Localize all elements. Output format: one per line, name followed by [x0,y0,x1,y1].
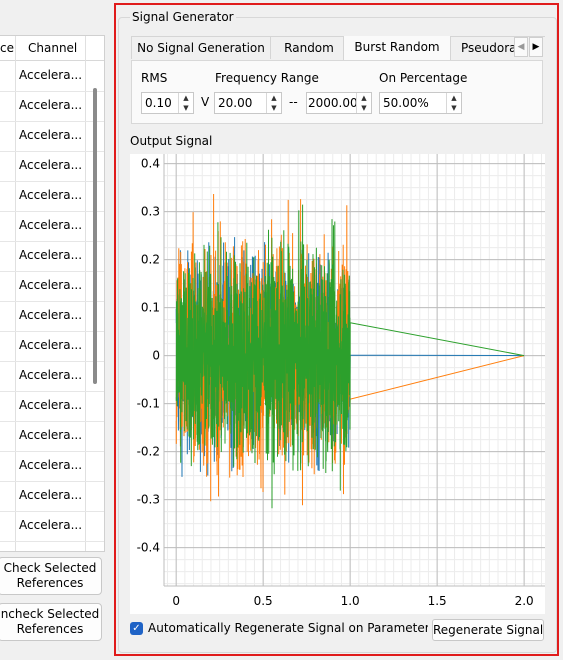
tab-scroll-right-icon[interactable]: ▶ [529,37,543,57]
channel-cell: Accelera... [19,218,83,232]
channel-cell: Accelera... [19,488,83,502]
table-scrollbar[interactable] [93,88,97,384]
channel-cell: Accelera... [19,428,83,442]
y-tick-label: 0.1 [141,301,160,315]
channel-cell: Accelera... [19,338,83,352]
frequency-high-value: 2000.00 [308,96,358,110]
frequency-range-label: Frequency Range [215,71,319,85]
auto-regenerate-label: Automatically Regenerate Signal on Param… [148,621,428,635]
tab-scroll-left-icon[interactable]: ◀ [514,37,528,57]
table-row[interactable]: Accelera... [0,121,104,152]
x-tick-label: 0 [172,594,180,608]
group-title: Signal Generator [130,10,236,24]
table-row[interactable]: Accelera... [0,511,104,542]
button-label: Check Selected [3,561,97,575]
channel-table[interactable]: ce Channel Accelera... Accelera... Acceler… [0,35,105,552]
spin-up-icon[interactable]: ▲ [357,93,371,103]
channel-cell: Accelera... [19,128,83,142]
channel-cell: Accelera... [19,68,83,82]
spin-down-icon[interactable]: ▼ [179,103,193,113]
spin-up-icon[interactable]: ▲ [267,93,281,103]
frequency-low-value: 20.00 [218,96,253,110]
frequency-high-spinbox[interactable]: 2000.00 ▲ ▼ [306,92,372,114]
table-row[interactable]: Accelera... [0,391,104,422]
channel-cell: Accelera... [19,98,83,112]
table-row[interactable]: Accelera... [0,271,104,302]
y-tick-label: 0.2 [141,253,160,267]
table-row[interactable]: Accelera... [0,451,104,482]
uncheck-selected-references-button[interactable]: ncheck Selected References [0,603,102,641]
channel-cell: Accelera... [19,398,83,412]
y-tick-label: 0.4 [141,157,160,171]
table-row[interactable]: Accelera... [0,361,104,392]
table-row[interactable]: Accelera... [0,91,104,122]
y-tick-label: 0.3 [141,205,160,219]
table-row[interactable]: Accelera... [0,61,104,92]
table-row[interactable]: Accelera... [0,331,104,362]
spin-up-icon[interactable]: ▲ [179,93,193,103]
output-signal-title: Output Signal [130,134,213,148]
table-row[interactable]: Accelera... [0,301,104,332]
x-tick-label: 1.0 [341,594,360,608]
channel-cell: Accelera... [19,518,83,532]
y-tick-label: -0.3 [137,493,160,507]
y-tick-label: 0 [152,349,160,363]
tab-scroll-buttons: ◀ ▶ [514,37,544,57]
y-tick-label: -0.1 [137,397,160,411]
table-row[interactable]: Accelera... [0,211,104,242]
rms-unit: V [201,95,210,109]
signal-type-tabbar: No Signal Generation Random Burst Random… [131,36,545,60]
channel-cell: Accelera... [19,368,83,382]
tab-no-signal-generation[interactable]: No Signal Generation [131,36,271,59]
channel-cell: Accelera... [19,278,83,292]
channel-cell: Accelera... [19,188,83,202]
channel-cell: Accelera... [19,248,83,262]
output-signal-chart[interactable]: -0.4 -0.3 -0.2 -0.1 0 0.1 0.2 0.3 0.4 0 0.5 1.0 1.5 2… [130,154,545,614]
spin-down-icon[interactable]: ▼ [447,103,461,113]
tab-random[interactable]: Random [270,36,348,59]
button-label: References [16,576,84,590]
button-label: References [16,622,84,636]
check-selected-references-button[interactable]: Check Selected References [0,557,102,595]
rms-spinbox[interactable]: 0.10 ▲ ▼ [141,92,194,114]
y-tick-label: -0.2 [137,445,160,459]
on-percentage-spinbox[interactable]: 50.00% ▲ ▼ [379,92,462,114]
rms-value: 0.10 [145,96,172,110]
spin-down-icon[interactable]: ▼ [267,103,281,113]
rms-label: RMS [141,71,168,85]
channel-cell: Accelera... [19,458,83,472]
table-row[interactable]: Accelera... [0,181,104,212]
frequency-low-spinbox[interactable]: 20.00 ▲ ▼ [214,92,282,114]
table-row[interactable]: Accelera... [0,481,104,512]
frequency-separator: -- [289,95,298,109]
on-percentage-label: On Percentage [379,71,468,85]
channel-cell: Accelera... [19,158,83,172]
on-percentage-value: 50.00% [383,96,429,110]
checkmark-icon[interactable]: ✓ [130,622,143,635]
table-row[interactable]: Accelera... [0,151,104,182]
header-reference[interactable]: ce [0,41,14,55]
table-row[interactable]: Accelera... [0,241,104,272]
auto-regenerate-checkbox-row[interactable]: ✓ Automatically Regenerate Signal on Par… [130,621,428,639]
spin-down-icon[interactable]: ▼ [357,103,371,113]
table-row[interactable]: Accelera... [0,421,104,452]
x-tick-label: 1.5 [428,594,447,608]
channel-cell: Accelera... [19,308,83,322]
y-tick-label: -0.4 [137,541,160,555]
header-channel[interactable]: Channel [28,41,77,55]
regenerate-signal-button[interactable]: Regenerate Signal [432,619,544,641]
x-tick-label: 2.0 [515,594,534,608]
tab-burst-random[interactable]: Burst Random [343,36,451,60]
spin-up-icon[interactable]: ▲ [447,93,461,103]
x-tick-label: 0.5 [254,594,273,608]
button-label: ncheck Selected [0,607,100,621]
